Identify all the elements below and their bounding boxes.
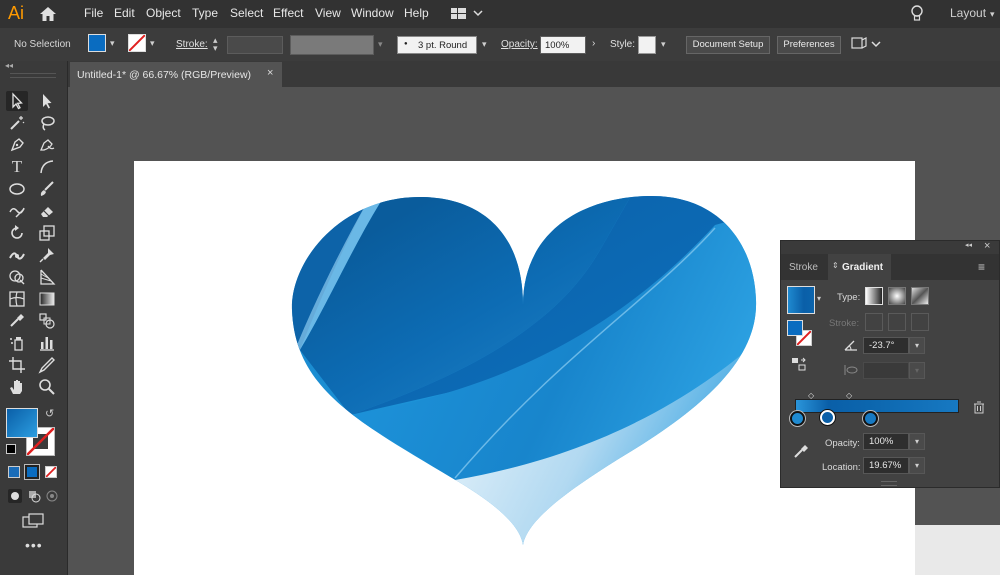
aspect-ratio-icon [843,363,859,380]
gradient-panel: ◂◂ × Stroke ⇕ Gradient ≡ ▾ Type: Stroke:… [780,240,1000,488]
gradient-stop[interactable] [790,411,805,426]
stroke-label: Stroke: [829,318,860,329]
canvas-edge [915,525,1000,575]
stroke-gradient-along-button [888,313,906,331]
panel-fill-indicator[interactable] [787,320,803,336]
linear-gradient-button[interactable] [865,287,883,305]
gradient-stop[interactable] [863,411,878,426]
tab-stroke[interactable]: Stroke [789,262,818,273]
aspect-ratio-dropdown-icon: ▾ [909,362,925,379]
type-label: Type: [837,292,861,303]
panel-menu-icon[interactable]: ≡ [978,260,985,274]
location-label: Location: [822,462,861,473]
location-dropdown-icon[interactable]: ▾ [909,457,925,474]
freeform-gradient-button[interactable] [911,287,929,305]
panel-title-bar: ◂◂ × [781,240,999,254]
angle-field[interactable]: -23.7° [863,337,909,354]
opacity-dropdown-icon[interactable]: ▾ [909,433,925,450]
close-panel-icon[interactable]: × [984,240,990,252]
angle-icon [843,338,859,355]
gradient-presets-dropdown-icon[interactable]: ▾ [817,294,821,303]
aspect-ratio-field [863,362,909,379]
opacity-label: Opacity: [825,438,860,449]
eyedropper-icon[interactable] [793,444,809,463]
stop-location-field[interactable]: 19.67% [863,457,909,474]
panel-tabs: Stroke ⇕ Gradient ≡ [781,254,999,280]
stop-opacity-field[interactable]: 100% [863,433,909,450]
gradient-slider[interactable] [795,399,959,413]
tab-gradient-label: Gradient [842,262,884,273]
collapse-panel-icon[interactable]: ◂◂ [965,241,972,249]
reverse-gradient-icon[interactable] [791,356,807,375]
gradient-preview-swatch[interactable] [787,286,815,314]
radial-gradient-button[interactable] [888,287,906,305]
angle-dropdown-icon[interactable]: ▾ [909,337,925,354]
tab-gradient[interactable]: ⇕ Gradient [828,254,891,280]
stroke-gradient-within-button [865,313,883,331]
stroke-gradient-across-button [911,313,929,331]
gradient-stop-selected[interactable] [820,410,835,425]
trash-icon[interactable] [973,401,985,417]
panel-resize-grip[interactable] [881,481,897,486]
